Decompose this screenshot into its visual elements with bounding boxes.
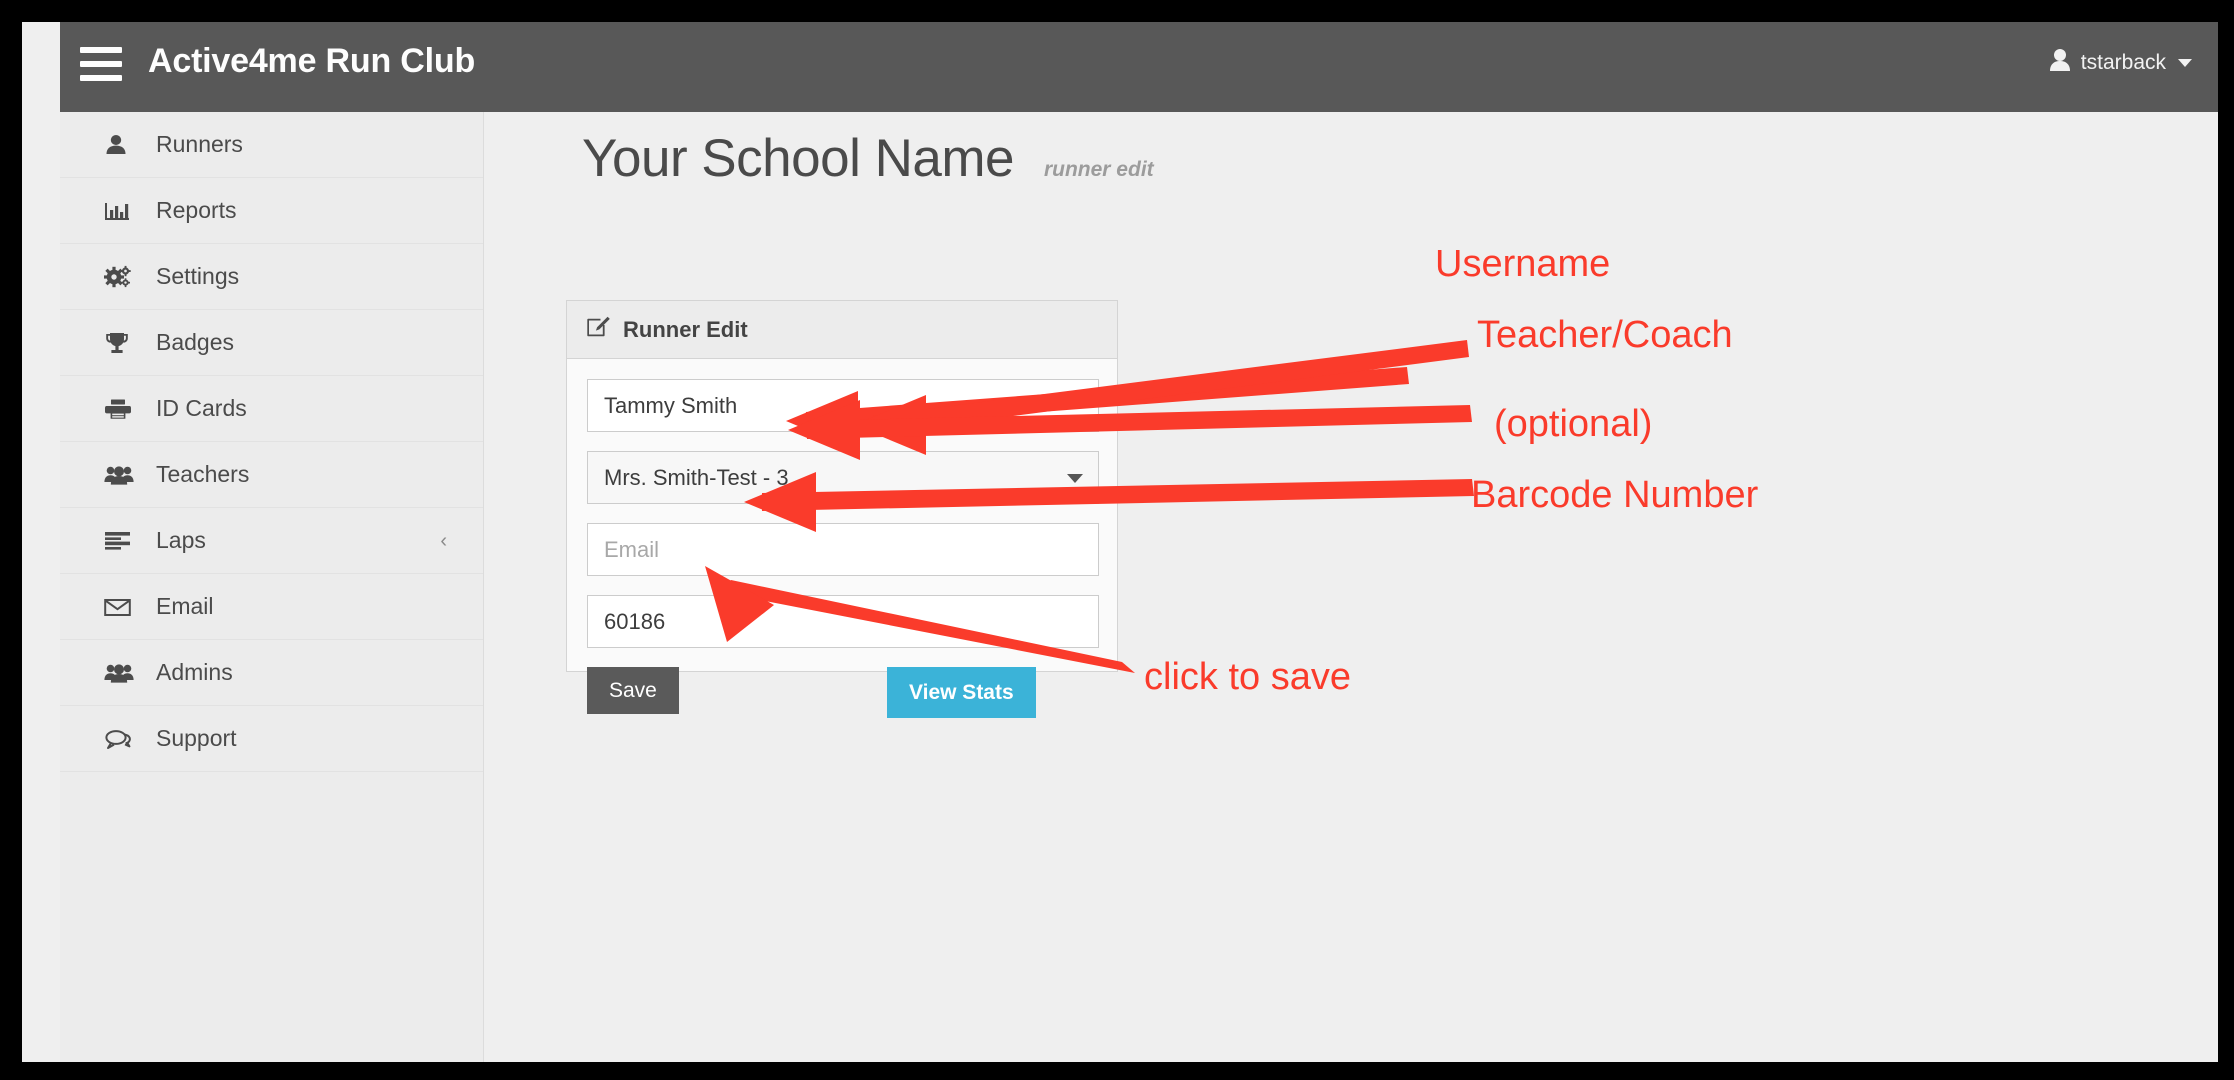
sidebar-item-email[interactable]: Email <box>60 574 483 640</box>
users-icon <box>104 661 144 685</box>
view-stats-button[interactable]: View Stats <box>887 667 1036 718</box>
email-input[interactable] <box>587 523 1099 576</box>
page-header: Your School Name runner edit <box>582 128 1154 189</box>
sidebar-item-label: Badges <box>156 329 235 355</box>
gears-icon <box>104 265 144 289</box>
printer-icon <box>104 397 144 421</box>
screenshot-frame: Active4me Run Club tstarback Runners Rep… <box>0 0 2234 1080</box>
chevron-down-icon <box>1067 474 1083 483</box>
bar-chart-icon <box>104 199 144 223</box>
sidebar-item-label: Support <box>156 725 237 751</box>
annotation-label-click-to-save: click to save <box>1144 656 1351 698</box>
sidebar-item-label: Runners <box>156 131 243 157</box>
sidebar-item-label: Reports <box>156 197 237 223</box>
annotation-label-optional: (optional) <box>1494 403 1653 445</box>
panel-header: Runner Edit <box>567 301 1117 359</box>
top-navbar: Active4me Run Club tstarback <box>60 22 2218 113</box>
sidebar-item-label: Teachers <box>156 461 250 487</box>
user-name-label: tstarback <box>2080 50 2166 74</box>
sidebar-item-reports[interactable]: Reports <box>60 178 483 244</box>
user-icon <box>2049 48 2071 77</box>
chevron-left-icon: ‹ <box>440 529 447 552</box>
caret-down-icon <box>2178 58 2192 67</box>
sidebar-item-label: Admins <box>156 659 233 685</box>
teacher-select[interactable]: Mrs. Smith-Test - 3 <box>587 451 1099 504</box>
sidebar-item-label: Laps <box>156 527 206 553</box>
panel-body: Mrs. Smith-Test - 3 Save View Stats <box>567 359 1117 741</box>
panel-button-row: Save View Stats <box>587 667 1099 721</box>
envelope-icon <box>104 595 144 619</box>
browser-viewport: Active4me Run Club tstarback Runners Rep… <box>22 22 2218 1062</box>
sidebar-item-laps[interactable]: Laps ‹ <box>60 508 483 574</box>
teacher-select-value: Mrs. Smith-Test - 3 <box>604 464 789 490</box>
teacher-select-wrapper: Mrs. Smith-Test - 3 <box>587 451 1099 504</box>
sidebar-item-label: ID Cards <box>156 395 247 421</box>
sidebar-item-label: Email <box>156 593 214 619</box>
sidebar-item-admins[interactable]: Admins <box>60 640 483 706</box>
annotation-label-barcode: Barcode Number <box>1471 474 1759 516</box>
edit-pencil-square-icon <box>587 316 611 343</box>
barcode-input[interactable] <box>587 595 1099 648</box>
save-button[interactable]: Save <box>587 667 679 714</box>
runner-edit-panel: Runner Edit Mrs. Smith-Test - 3 Save <box>566 300 1118 718</box>
sidebar-item-runners[interactable]: Runners <box>60 112 483 178</box>
trophy-icon <box>104 331 144 355</box>
sidebar-item-settings[interactable]: Settings <box>60 244 483 310</box>
page-title: Your School Name <box>582 129 1014 188</box>
brand-title[interactable]: Active4me Run Club <box>148 42 475 81</box>
sidebar-item-id-cards[interactable]: ID Cards <box>60 376 483 442</box>
sidebar-item-support[interactable]: Support <box>60 706 483 772</box>
page-subtitle: runner edit <box>1043 158 1154 181</box>
user-menu[interactable]: tstarback <box>2049 48 2192 77</box>
annotation-label-username: Username <box>1435 243 1611 285</box>
sidebar-item-badges[interactable]: Badges <box>60 310 483 376</box>
users-icon <box>104 463 144 487</box>
comments-icon <box>104 727 144 751</box>
username-input[interactable] <box>587 379 1099 432</box>
hamburger-icon[interactable] <box>80 47 122 81</box>
user-icon <box>104 133 144 157</box>
annotation-label-teacher: Teacher/Coach <box>1477 314 1733 356</box>
sidebar-item-label: Settings <box>156 263 240 289</box>
panel-title: Runner Edit <box>623 316 748 342</box>
main-content: Your School Name runner edit Runner Edit <box>484 112 2218 1062</box>
sidebar-item-teachers[interactable]: Teachers <box>60 442 483 508</box>
list-icon <box>104 529 144 553</box>
sidebar-nav: Runners Reports Settings Badges ID Cards… <box>60 112 484 1062</box>
